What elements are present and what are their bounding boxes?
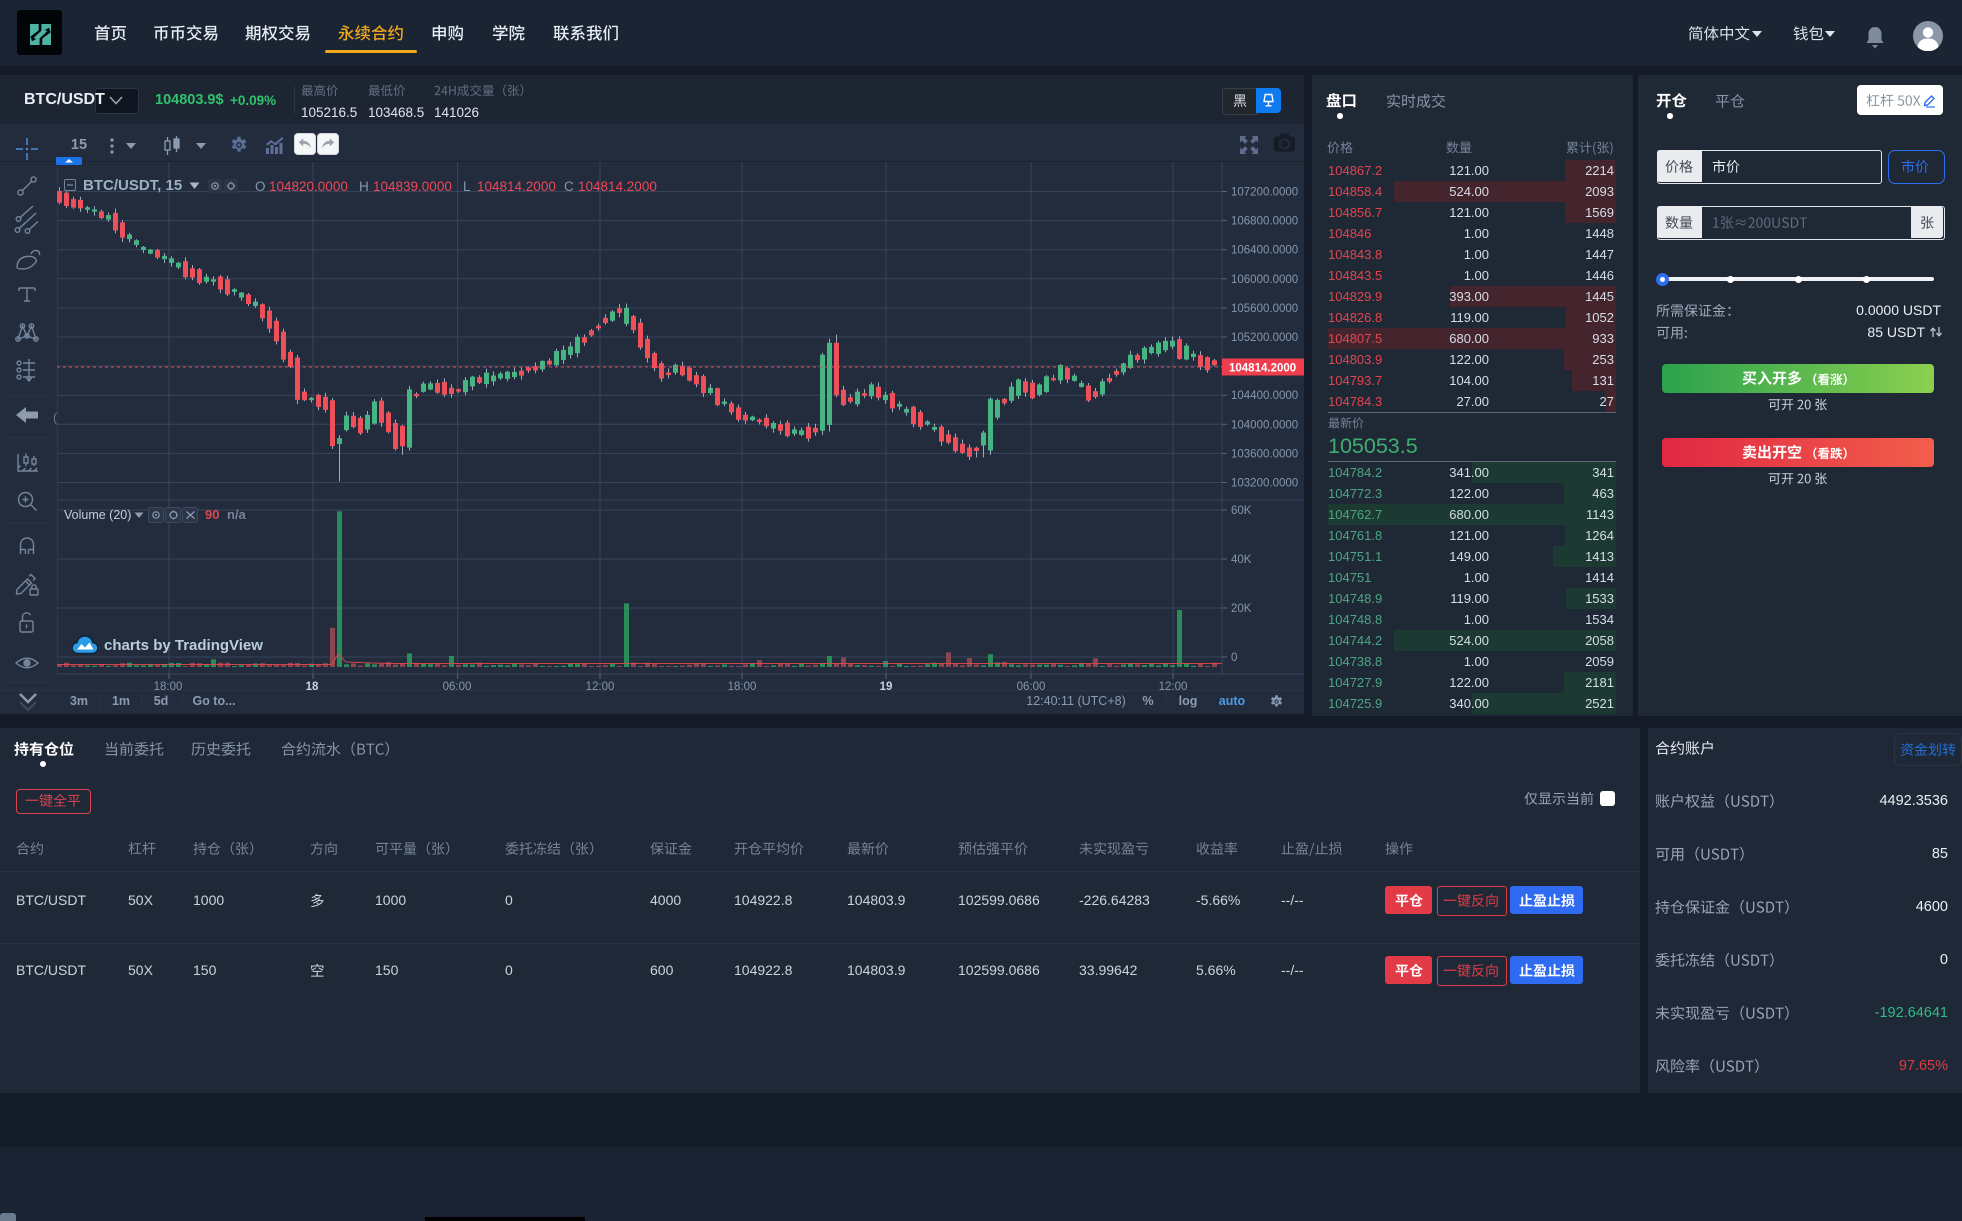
svg-text:0: 0	[1231, 652, 1237, 664]
svg-text:105600.0000: 105600.0000	[1231, 303, 1298, 315]
svg-text:19: 19	[880, 681, 893, 690]
svg-text:103200.0000: 103200.0000	[1231, 478, 1298, 490]
svg-text:60K: 60K	[1231, 505, 1252, 517]
svg-text:18:00: 18:00	[728, 681, 757, 690]
svg-text:105200.0000: 105200.0000	[1231, 332, 1298, 344]
svg-text:103600.0000: 103600.0000	[1231, 448, 1298, 460]
svg-text:18:00: 18:00	[154, 681, 183, 690]
svg-text:40K: 40K	[1231, 554, 1252, 566]
svg-text:06:00: 06:00	[1017, 681, 1046, 690]
svg-text:104814.2000: 104814.2000	[1229, 363, 1296, 375]
svg-text:104400.0000: 104400.0000	[1231, 390, 1298, 402]
svg-text:18: 18	[306, 681, 319, 690]
svg-text:106400.0000: 106400.0000	[1231, 245, 1298, 257]
svg-text:107200.0000: 107200.0000	[1231, 187, 1298, 199]
svg-text:106800.0000: 106800.0000	[1231, 216, 1298, 228]
svg-text:06:00: 06:00	[443, 681, 472, 690]
svg-text:20K: 20K	[1231, 603, 1252, 615]
svg-text:106000.0000: 106000.0000	[1231, 274, 1298, 286]
svg-text:12:00: 12:00	[586, 681, 615, 690]
svg-text:12:00: 12:00	[1159, 681, 1188, 690]
svg-text:104000.0000: 104000.0000	[1231, 419, 1298, 431]
